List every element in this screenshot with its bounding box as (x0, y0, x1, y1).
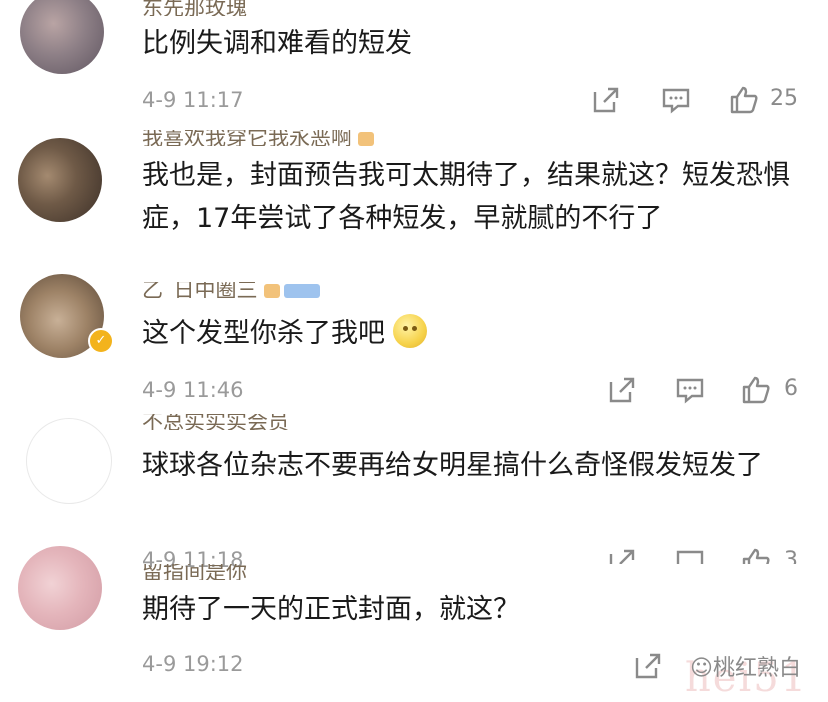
share-icon[interactable] (590, 84, 622, 116)
watermark-text: 桃红熟白 (712, 656, 801, 681)
comment-text: 期待了一天的正式封面，就这？ (142, 594, 520, 625)
avatar[interactable] (18, 138, 102, 222)
comment-text-content: 这个发型你杀了我吧 (142, 318, 385, 349)
comment-actions (632, 650, 672, 684)
avatar[interactable] (20, 0, 104, 74)
comment-actions: 3 (606, 546, 816, 564)
fan-badge-icon (283, 284, 320, 298)
member-badge-icon (358, 132, 374, 146)
avatar[interactable] (26, 418, 112, 504)
share-icon[interactable] (632, 650, 664, 682)
avatar[interactable] (18, 546, 102, 630)
thumbs-up-icon[interactable] (728, 84, 760, 116)
username[interactable]: 我喜欢我穿它我永恶啊 (142, 130, 374, 146)
comment-icon[interactable] (660, 84, 692, 116)
verified-icon: ✓ (88, 328, 114, 354)
username[interactable]: 不总实实实会员 (142, 414, 289, 430)
watermark-icon: ☺ (690, 656, 713, 681)
username-text: 我喜欢我穿它我永恶啊 (142, 130, 352, 146)
comment-icon[interactable] (674, 374, 706, 406)
comment-time: 4-9 19:12 (142, 652, 244, 676)
comment-actions: 25 (590, 84, 820, 118)
comment-icon[interactable] (674, 546, 706, 564)
like-count: 25 (770, 86, 798, 111)
like-count: 3 (784, 548, 798, 564)
comment-text: 球球各位杂志不要再给女明星搞什么奇怪假发短发了 (142, 450, 763, 481)
member-badge-icon (263, 284, 280, 298)
comment-text: 比例失调和难看的短发 (142, 28, 412, 59)
comment-actions: 6 (606, 374, 816, 408)
smile-emoji-icon (393, 314, 427, 348)
username[interactable]: 留指间是你 (142, 564, 247, 580)
share-icon[interactable] (606, 374, 638, 406)
comment-time: 4-9 11:46 (142, 378, 244, 402)
thumbs-up-icon[interactable] (740, 546, 772, 564)
like-count: 6 (784, 376, 798, 401)
username-text: 乙_日中圈三 (142, 282, 258, 298)
thumbs-up-icon[interactable] (740, 374, 772, 406)
comment-text: 我也是，封面预告我可太期待了，结果就这？短发恐惧症，17年尝试了各种短发，早就腻… (142, 160, 790, 234)
watermark: ☺桃红熟白 (690, 650, 801, 682)
comment-text: 这个发型你杀了我吧 (142, 312, 802, 355)
username[interactable]: 东先那玫瑰 (142, 0, 247, 16)
comment-time: 4-9 11:17 (142, 88, 244, 112)
share-icon[interactable] (606, 546, 638, 564)
username[interactable]: 乙_日中圈三 (142, 282, 320, 298)
